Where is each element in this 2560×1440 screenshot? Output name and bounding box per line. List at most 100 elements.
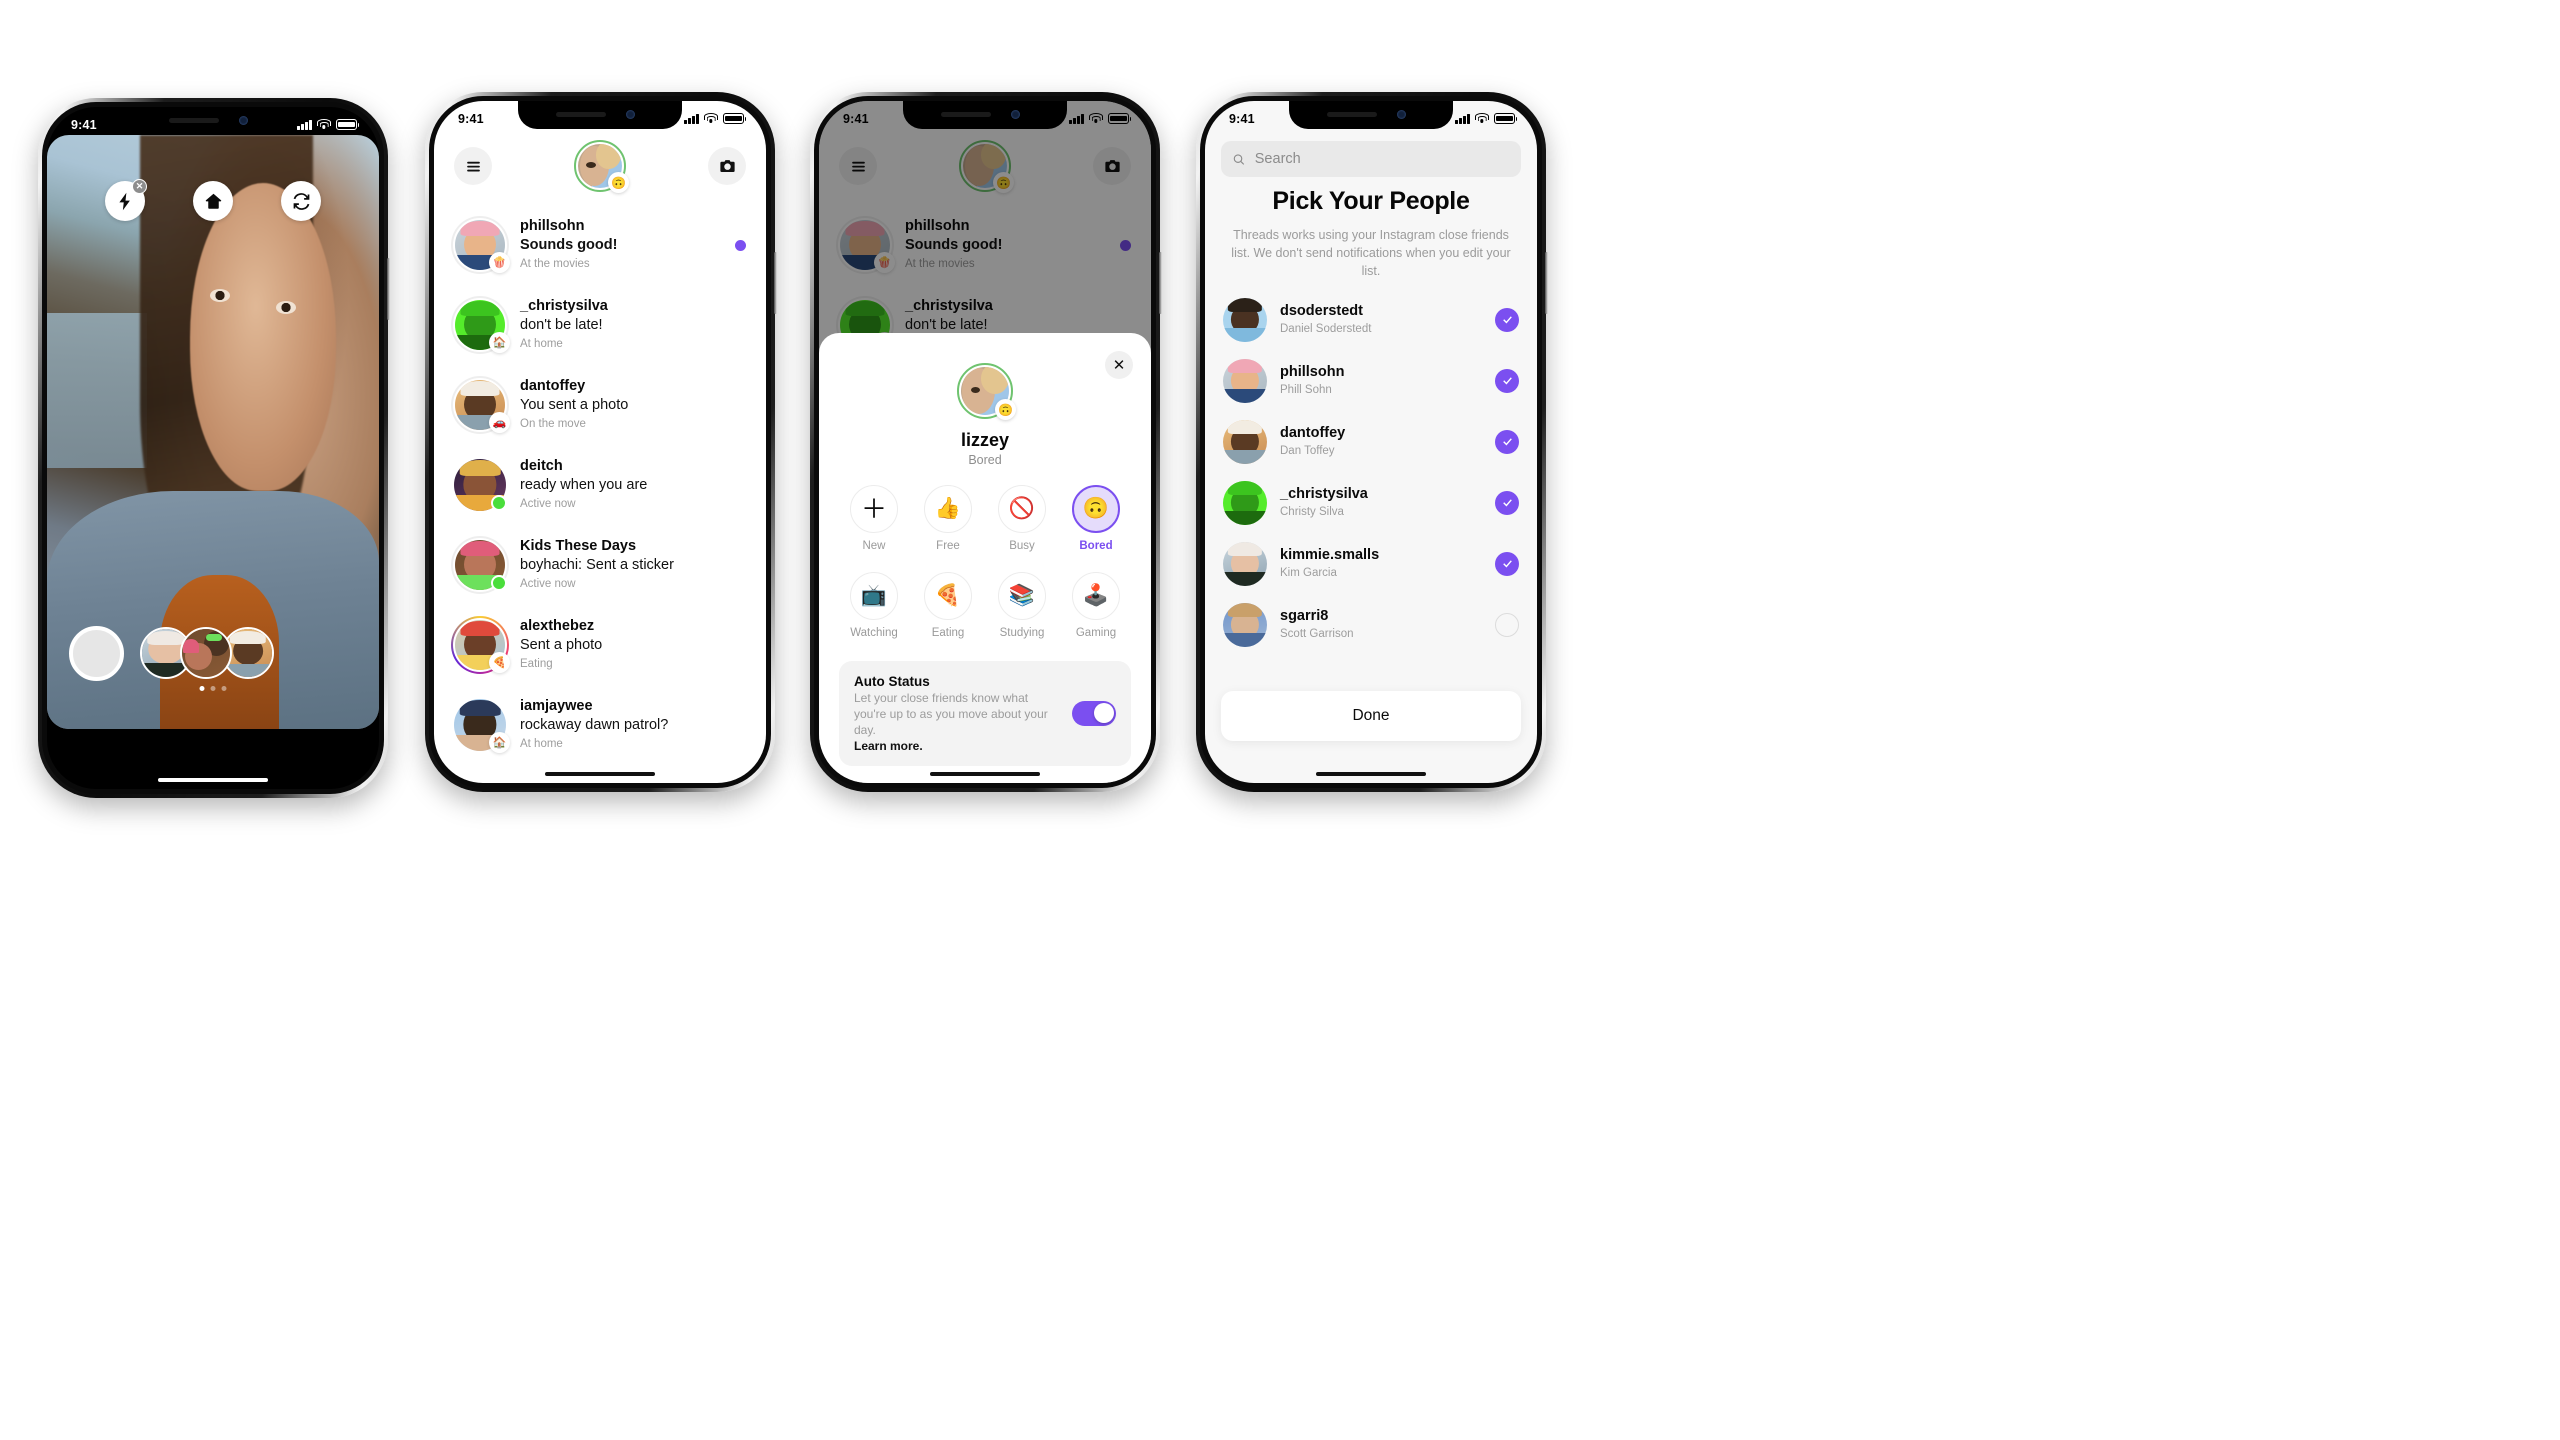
avatar	[1223, 297, 1267, 342]
plus-icon[interactable]: ＋	[850, 485, 898, 533]
my-status-avatar[interactable]: 🙃	[574, 140, 629, 193]
cellular-signal-icon	[1069, 113, 1084, 124]
avatar[interactable]: 🍕	[451, 616, 510, 674]
notch	[1289, 101, 1453, 129]
avatar[interactable]: 🏠	[451, 296, 510, 354]
status-option-new[interactable]: ＋ New	[845, 485, 903, 552]
television-icon[interactable]: 📺	[850, 572, 898, 620]
thread-row[interactable]: deitch ready when you are Active now	[454, 445, 746, 525]
joystick-icon[interactable]: 🕹️	[1072, 572, 1120, 620]
status-option-eating[interactable]: 🍕 Eating	[919, 572, 977, 639]
home-indicator	[158, 777, 268, 782]
person-username: sgarri8	[1280, 608, 1329, 625]
thread-list[interactable]: 🍿 phillsohn Sounds good! At the movies 🏠…	[434, 205, 766, 783]
power-button[interactable]	[387, 258, 390, 320]
auto-status-toggle[interactable]	[1072, 700, 1116, 726]
avatar	[1223, 358, 1267, 403]
power-button[interactable]	[774, 252, 777, 314]
thread-message: ready when you are	[520, 476, 648, 493]
battery-icon	[336, 119, 360, 130]
camera-viewfinder[interactable]: ✕	[47, 135, 379, 729]
avatar[interactable]: 🍿	[451, 216, 510, 274]
flip-camera-button[interactable]	[281, 181, 321, 221]
thread-status: At home	[520, 338, 563, 351]
thread-row[interactable]: 🍕 alexthebez Sent a photo Eating	[451, 605, 746, 685]
status-option-watching[interactable]: 📺 Watching	[845, 572, 903, 639]
avatar[interactable]	[451, 536, 509, 594]
flash-off-button[interactable]: ✕	[105, 179, 147, 221]
page-description: Threads works using your Instagram close…	[1231, 228, 1511, 279]
thread-row[interactable]: Kids These Days boyhachi: Sent a sticker…	[451, 525, 746, 605]
thread-username: phillsohn	[520, 217, 585, 234]
wifi-icon	[1089, 113, 1103, 124]
search-input[interactable]	[1254, 151, 1510, 167]
person-row[interactable]: phillsohn Phill Sohn	[1223, 350, 1519, 411]
auto-status-description: Let your close friends know what you're …	[854, 691, 1048, 738]
online-indicator	[491, 495, 507, 511]
thread-message: boyhachi: Sent a sticker	[520, 556, 674, 573]
upside-down-face-icon[interactable]: 🙃	[1072, 485, 1120, 533]
checkbox-checked[interactable]	[1495, 429, 1519, 454]
flash-off-icon	[118, 192, 130, 210]
checkbox-checked[interactable]	[1495, 368, 1519, 393]
thread-username: dantoffey	[520, 377, 586, 394]
thread-username: Kids These Days	[520, 537, 637, 554]
books-icon[interactable]: 📚	[998, 572, 1046, 620]
power-button[interactable]	[1545, 252, 1548, 314]
close-icon: ✕	[1112, 357, 1126, 374]
status-time: 9:41	[458, 111, 484, 126]
done-button[interactable]: Done	[1221, 691, 1521, 741]
status-picker-sheet: ✕ 🙃 lizzey Bored ＋ New 👍 Free 🚫 Busy 🙃 B…	[819, 333, 1151, 783]
pizza-icon[interactable]: 🍕	[924, 572, 972, 620]
close-button[interactable]: ✕	[1105, 351, 1133, 379]
checkbox-unchecked[interactable]	[1495, 612, 1519, 637]
avatar	[1223, 602, 1267, 647]
person-realname: Scott Garrison	[1280, 627, 1354, 640]
person-row[interactable]: _christysilva Christy Silva	[1223, 472, 1519, 533]
thread-username: iamjaywee	[520, 697, 593, 714]
home-button[interactable]	[193, 181, 233, 221]
phone-2-screen: 9:41 🙃 🍿 phillsohn Sounds good! At the m…	[434, 101, 766, 783]
status-option-label: Studying	[999, 627, 1045, 639]
search-bar[interactable]	[1221, 141, 1521, 177]
profile-avatar[interactable]: 🙃	[957, 363, 1016, 420]
profile-username: lizzey	[960, 430, 1010, 450]
thread-row[interactable]: 🏠 iamjaywee rockaway dawn patrol? At hom…	[454, 685, 746, 765]
status-option-free[interactable]: 👍 Free	[919, 485, 977, 552]
power-button[interactable]	[1159, 252, 1162, 314]
avatar[interactable]: 🚗	[451, 376, 510, 434]
tray-avatar-kids-these-days[interactable]	[180, 627, 232, 679]
thread-status: On the move	[520, 418, 586, 431]
avatar[interactable]	[454, 459, 507, 511]
checkbox-checked[interactable]	[1495, 551, 1519, 576]
thumbs-up-icon[interactable]: 👍	[924, 485, 972, 533]
checkbox-checked[interactable]	[1495, 307, 1519, 332]
status-option-studying[interactable]: 📚 Studying	[993, 572, 1051, 639]
shutter-button[interactable]	[69, 625, 124, 681]
phone-4-pick-your-people: 9:41 Pick Your People Threads works usin…	[1196, 92, 1548, 792]
thread-row[interactable]: 🍿 phillsohn Sounds good! At the movies	[451, 205, 746, 285]
battery-icon	[1494, 113, 1518, 124]
person-username: _christysilva	[1280, 486, 1368, 503]
person-row[interactable]: kimmie.smalls Kim Garcia	[1223, 533, 1519, 594]
battery-icon	[1108, 113, 1132, 124]
person-row[interactable]: dsoderstedt Daniel Soderstedt	[1223, 289, 1519, 350]
hamburger-menu-button[interactable]	[454, 147, 492, 185]
thread-row[interactable]: 🏠 _christysilva don't be late! At home	[451, 285, 746, 365]
status-option-gaming[interactable]: 🕹️ Gaming	[1067, 572, 1125, 639]
camera-button[interactable]	[708, 147, 746, 185]
status-option-busy[interactable]: 🚫 Busy	[993, 485, 1051, 552]
person-row[interactable]: sgarri8 Scott Garrison	[1223, 594, 1519, 655]
checkbox-checked[interactable]	[1495, 490, 1519, 515]
thread-row[interactable]: 🚗 dantoffey You sent a photo On the move	[451, 365, 746, 445]
sheet-profile: 🙃 lizzey Bored	[839, 363, 1131, 467]
avatar[interactable]: 🏠	[454, 699, 510, 753]
learn-more-link[interactable]: Learn more.	[854, 739, 1062, 753]
prohibited-icon[interactable]: 🚫	[998, 485, 1046, 533]
phone-2-thread-list: 9:41 🙃 🍿 phillsohn Sounds good! At the m…	[425, 92, 777, 792]
person-row[interactable]: dantoffey Dan Toffey	[1223, 411, 1519, 472]
status-emoji-badge: 🍿	[489, 252, 510, 273]
status-options-row-1[interactable]: ＋ New 👍 Free 🚫 Busy 🙃 Bored	[839, 485, 1131, 552]
status-option-bored[interactable]: 🙃 Bored	[1067, 485, 1125, 552]
status-options-row-2[interactable]: 📺 Watching 🍕 Eating 📚 Studying 🕹️ Gaming	[839, 572, 1131, 639]
